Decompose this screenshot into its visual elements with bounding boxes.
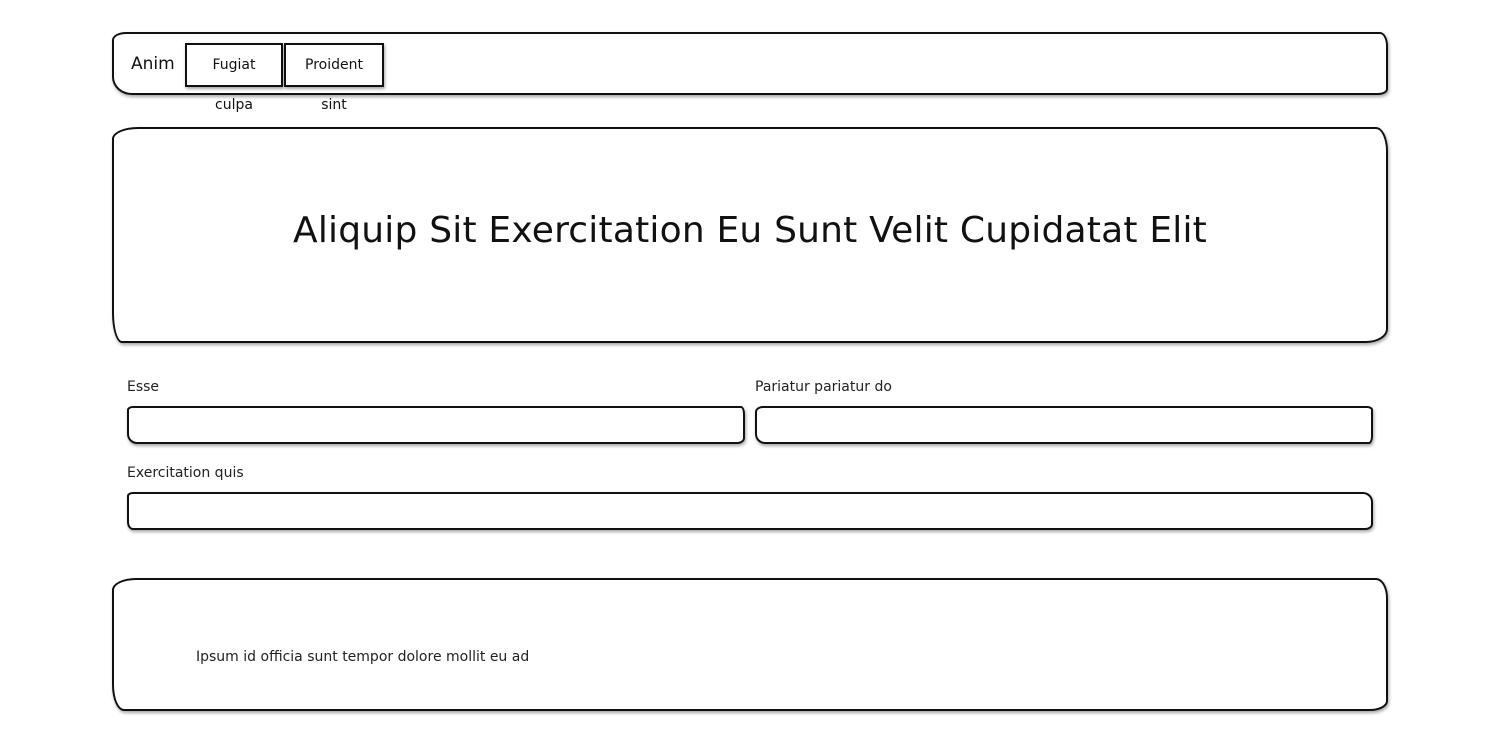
nav-brand[interactable]: Anim <box>131 53 175 75</box>
hero-banner: Aliquip Sit Exercitation Eu Sunt Velit C… <box>112 127 1388 343</box>
nav-button-proident-sint[interactable]: Proident sint <box>284 43 384 113</box>
pariatur-input[interactable] <box>755 406 1373 444</box>
nav-button-fugiat-culpa[interactable]: Fugiat culpa <box>185 43 283 113</box>
exercitation-input[interactable] <box>127 492 1373 530</box>
esse-input[interactable] <box>127 406 745 444</box>
exercitation-label: Exercitation quis <box>127 465 244 481</box>
footer-text: Ipsum id officia sunt tempor dolore moll… <box>196 649 530 665</box>
navbar: Anim Fugiat culpa Proident sint <box>112 32 1388 113</box>
pariatur-label: Pariatur pariatur do <box>755 379 892 395</box>
hero-title: Aliquip Sit Exercitation Eu Sunt Velit C… <box>293 210 1207 251</box>
footer-card: Ipsum id officia sunt tempor dolore moll… <box>112 578 1388 711</box>
esse-label: Esse <box>127 379 160 395</box>
